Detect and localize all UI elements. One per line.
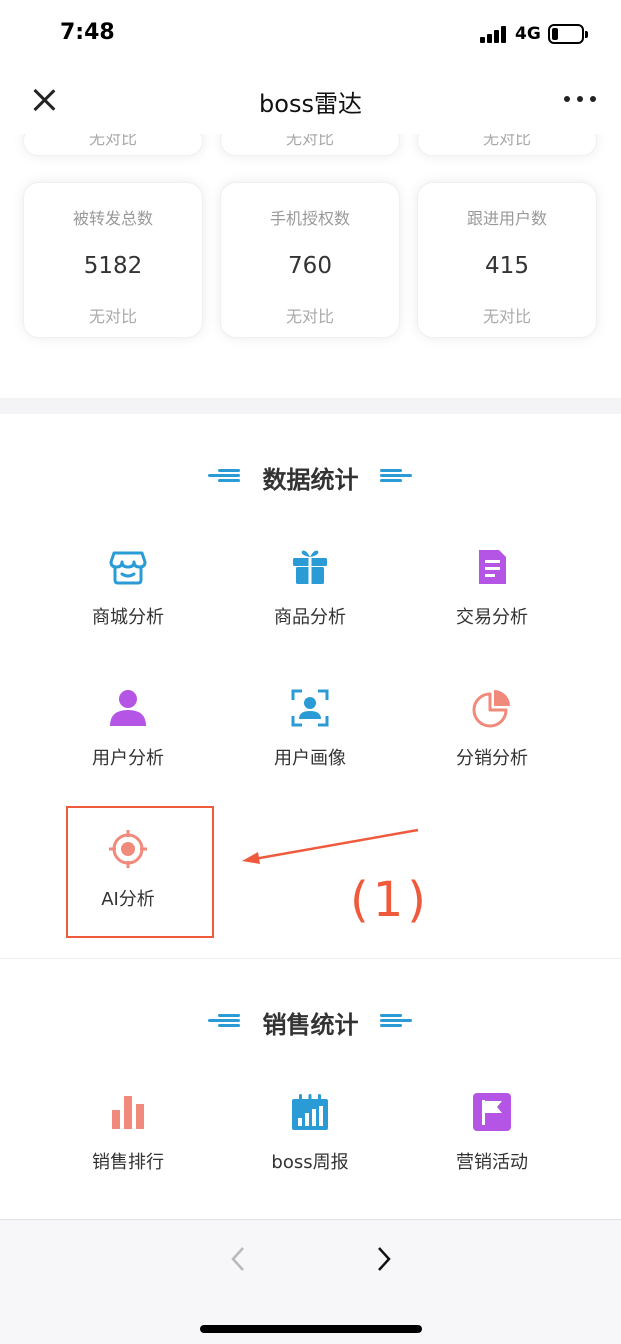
grid-item-sales-ranking[interactable]: 销售排行 [48, 1092, 208, 1202]
stat-compare: 无对比 [285, 307, 334, 326]
shop-icon [109, 551, 147, 585]
grid-item-user-analysis[interactable]: 用户分析 [48, 688, 208, 798]
stat-compare: 无对比 [482, 307, 531, 326]
annotation-arrow-icon [242, 828, 419, 864]
title-decoration-right [380, 469, 412, 483]
separator [0, 958, 621, 959]
portrait-icon [291, 689, 329, 727]
grid-item-distribution-analysis[interactable]: 分销分析 [412, 688, 572, 798]
grid-item-label: 商品分析 [274, 607, 346, 628]
stat-compare: 无对比 [482, 134, 531, 148]
battery-icon [548, 24, 588, 44]
annotation-highlight-box [66, 806, 214, 938]
user-icon [110, 690, 146, 726]
grid-item-label: 分销分析 [456, 748, 528, 769]
document-icon [479, 550, 506, 584]
nav-bar: boss雷达 [0, 66, 621, 134]
more-icon[interactable] [560, 94, 600, 104]
gift-icon [293, 550, 327, 584]
status-time: 7:48 [60, 20, 115, 45]
status-bar: 7:48 4G [0, 0, 621, 66]
sales-section-title: 销售统计 [262, 1011, 359, 1039]
stats-cards: 无对比 无对比 无对比 被转发总数 5182 无对比 手机授权数 760 无对比… [0, 134, 621, 398]
grid-item-label: 用户画像 [274, 748, 346, 769]
title-decoration-right [380, 1014, 412, 1028]
grid-item-user-portrait[interactable]: 用户画像 [230, 688, 390, 798]
grid-item-label: 商城分析 [92, 607, 164, 628]
back-chevron-icon[interactable] [228, 1246, 250, 1272]
forward-chevron-icon[interactable] [372, 1246, 394, 1272]
data-section-title: 数据统计 [262, 466, 359, 494]
stat-compare: 无对比 [88, 134, 137, 148]
page-title: boss雷达 [259, 90, 362, 118]
pie-chart-icon [472, 690, 510, 728]
bar-chart-icon [112, 1096, 144, 1129]
stat-compare: 无对比 [88, 307, 137, 326]
grid-item-label: 销售排行 [92, 1152, 164, 1173]
grid-item-trade-analysis[interactable]: 交易分析 [412, 547, 572, 657]
grid-item-label: 营销活动 [456, 1152, 528, 1173]
stat-label: 跟进用户数 [466, 209, 547, 228]
grid-item-marketing-campaign[interactable]: 营销活动 [412, 1092, 572, 1202]
stat-label: 被转发总数 [72, 209, 153, 228]
stat-card-forwards[interactable]: 被转发总数 5182 无对比 [23, 182, 203, 338]
network-type: 4G [515, 24, 541, 44]
grid-item-boss-weekly[interactable]: boss周报 [230, 1092, 390, 1202]
stat-value: 415 [485, 253, 529, 279]
home-indicator[interactable] [200, 1325, 422, 1333]
stat-value: 5182 [83, 253, 143, 279]
browser-toolbar [0, 1219, 621, 1344]
annotation-label: (1) [350, 872, 430, 928]
flag-icon [473, 1093, 511, 1131]
calendar-chart-icon [292, 1094, 328, 1130]
grid-item-product-analysis[interactable]: 商品分析 [230, 547, 390, 657]
signal-icon [480, 25, 510, 43]
stat-card-top-1: 无对比 [23, 134, 203, 156]
stat-card-top-2: 无对比 [220, 134, 400, 156]
stat-label: 手机授权数 [269, 209, 350, 228]
grid-item-label: 交易分析 [456, 607, 528, 628]
stat-card-phone-auth[interactable]: 手机授权数 760 无对比 [220, 182, 400, 338]
stat-value: 760 [288, 253, 332, 279]
stat-card-top-3: 无对比 [417, 134, 597, 156]
grid-item-mall-analysis[interactable]: 商城分析 [48, 547, 208, 657]
stat-card-followups[interactable]: 跟进用户数 415 无对比 [417, 182, 597, 338]
section-divider [0, 398, 621, 414]
grid-item-label: boss周报 [271, 1152, 349, 1173]
stat-compare: 无对比 [285, 134, 334, 148]
grid-item-label: 用户分析 [92, 748, 164, 769]
